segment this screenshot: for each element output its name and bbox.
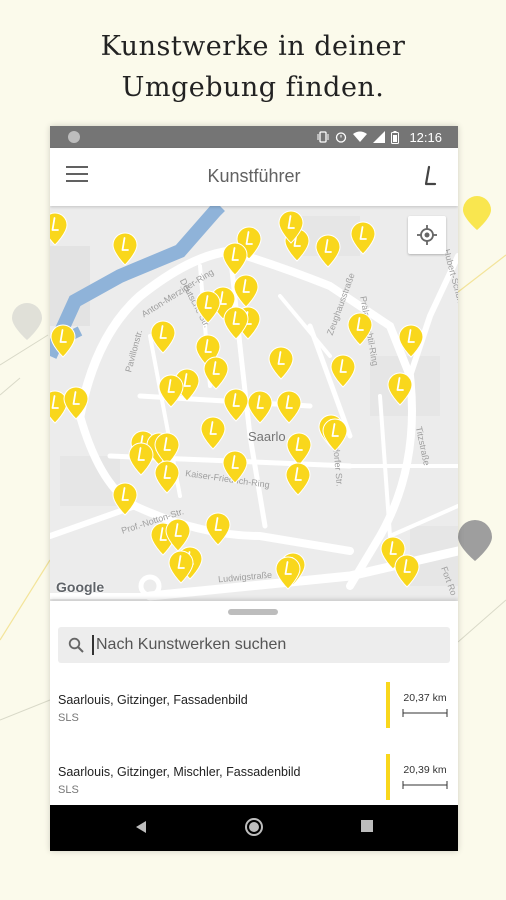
back-triangle-icon[interactable]: [134, 819, 148, 835]
decor-pin-grey: [12, 303, 42, 340]
artwork-pin-icon[interactable]: [223, 388, 249, 422]
artwork-pin-icon[interactable]: [276, 390, 302, 424]
artwork-pin-icon[interactable]: [63, 386, 89, 420]
artwork-pin-icon[interactable]: [205, 512, 231, 546]
artwork-pin-icon[interactable]: [50, 324, 76, 358]
signal-icon: [373, 131, 386, 143]
artwork-pin-icon[interactable]: [247, 390, 273, 424]
artwork-pin-icon[interactable]: [128, 442, 154, 476]
result-item[interactable]: Saarlouis, Gitzinger, Fassadenbild SLS 2…: [50, 679, 458, 741]
search-bar[interactable]: [58, 627, 450, 663]
result-item[interactable]: Saarlouis, Gitzinger, Mischler, Fassaden…: [50, 751, 458, 813]
alarm-icon: [336, 132, 347, 143]
my-location-icon: [417, 225, 437, 245]
sheet-drag-handle[interactable]: [228, 609, 278, 615]
vibrate-icon: [317, 131, 329, 143]
status-time: 12:16: [409, 129, 442, 145]
artwork-pin-icon[interactable]: [330, 354, 356, 388]
artwork-pin-icon[interactable]: [398, 324, 424, 358]
decor-pin-yellow: [463, 196, 491, 230]
artwork-pin-icon[interactable]: [233, 274, 259, 308]
headline-line-2: Umgebung finden.: [121, 72, 385, 103]
status-bar: 12:16: [50, 126, 458, 148]
result-subtitle: SLS: [58, 784, 79, 796]
result-title: Saarlouis, Gitzinger, Mischler, Fassaden…: [58, 765, 301, 779]
wifi-icon: [353, 131, 368, 142]
artwork-pin-icon[interactable]: [275, 556, 301, 590]
artwork-pin-icon[interactable]: [200, 416, 226, 450]
google-attribution: Google: [56, 579, 105, 595]
artwork-pin-icon[interactable]: [112, 482, 138, 516]
artwork-pin-icon[interactable]: [268, 346, 294, 380]
artwork-pin-icon[interactable]: [222, 450, 248, 484]
artwork-pin-icon[interactable]: [347, 312, 373, 346]
artwork-pin-icon[interactable]: [150, 320, 176, 354]
search-input[interactable]: [92, 635, 422, 655]
search-icon: [68, 637, 84, 653]
artwork-pin-icon[interactable]: [387, 372, 413, 406]
app-bar: Kunstführer: [50, 148, 458, 206]
artwork-pin-icon[interactable]: [223, 306, 249, 340]
app-title: Kunstführer: [207, 166, 301, 186]
map-view[interactable]: Anton-Merziger-Ring Deutsche Str. Zeugha…: [50, 206, 458, 601]
phone-screen: 12:16 Kunstführer Anton-Merziger-Ring De…: [50, 126, 458, 851]
artwork-pin-icon[interactable]: [322, 418, 348, 452]
artwork-pin-icon[interactable]: [203, 356, 229, 390]
notification-dot-icon: [68, 131, 80, 143]
artwork-pin-icon[interactable]: [168, 550, 194, 584]
artwork-pin-icon[interactable]: [195, 290, 221, 324]
artwork-pin-icon[interactable]: [154, 460, 180, 494]
result-subtitle: SLS: [58, 712, 79, 724]
artwork-pin-icon[interactable]: [50, 212, 68, 246]
artwork-pin-icon[interactable]: [394, 554, 420, 588]
artwork-pin-icon[interactable]: [112, 232, 138, 266]
headline-line-1: Kunstwerke in deiner: [100, 31, 406, 62]
result-accent-bar: [386, 754, 390, 800]
artwork-pin-icon[interactable]: [285, 462, 311, 496]
distance-scale-icon: [402, 781, 448, 789]
result-accent-bar: [386, 682, 390, 728]
recents-square-icon[interactable]: [360, 819, 374, 833]
artwork-pin-icon[interactable]: [315, 234, 341, 268]
city-label: Saarlo: [248, 429, 286, 444]
artwork-pin-icon[interactable]: [286, 432, 312, 466]
kunstfuehrer-logo-icon[interactable]: [420, 164, 440, 188]
bottom-sheet: Saarlouis, Gitzinger, Fassadenbild SLS 2…: [50, 601, 458, 805]
artwork-pin-icon[interactable]: [350, 221, 376, 255]
result-distance: 20,39 km: [403, 764, 447, 776]
result-title: Saarlouis, Gitzinger, Fassadenbild: [58, 693, 248, 707]
result-distance: 20,37 km: [403, 692, 447, 704]
headline: Kunstwerke in deiner Umgebung finden.: [0, 26, 506, 108]
artwork-pin-icon[interactable]: [278, 210, 304, 244]
my-location-button[interactable]: [408, 216, 446, 254]
home-circle-icon[interactable]: [244, 817, 264, 837]
system-nav-bar: [50, 805, 458, 851]
decor-pin-dark-grey: [458, 520, 492, 561]
artwork-pin-icon[interactable]: [222, 242, 248, 276]
distance-scale-icon: [402, 709, 448, 717]
artwork-pin-icon[interactable]: [158, 374, 184, 408]
battery-icon: [391, 130, 400, 144]
